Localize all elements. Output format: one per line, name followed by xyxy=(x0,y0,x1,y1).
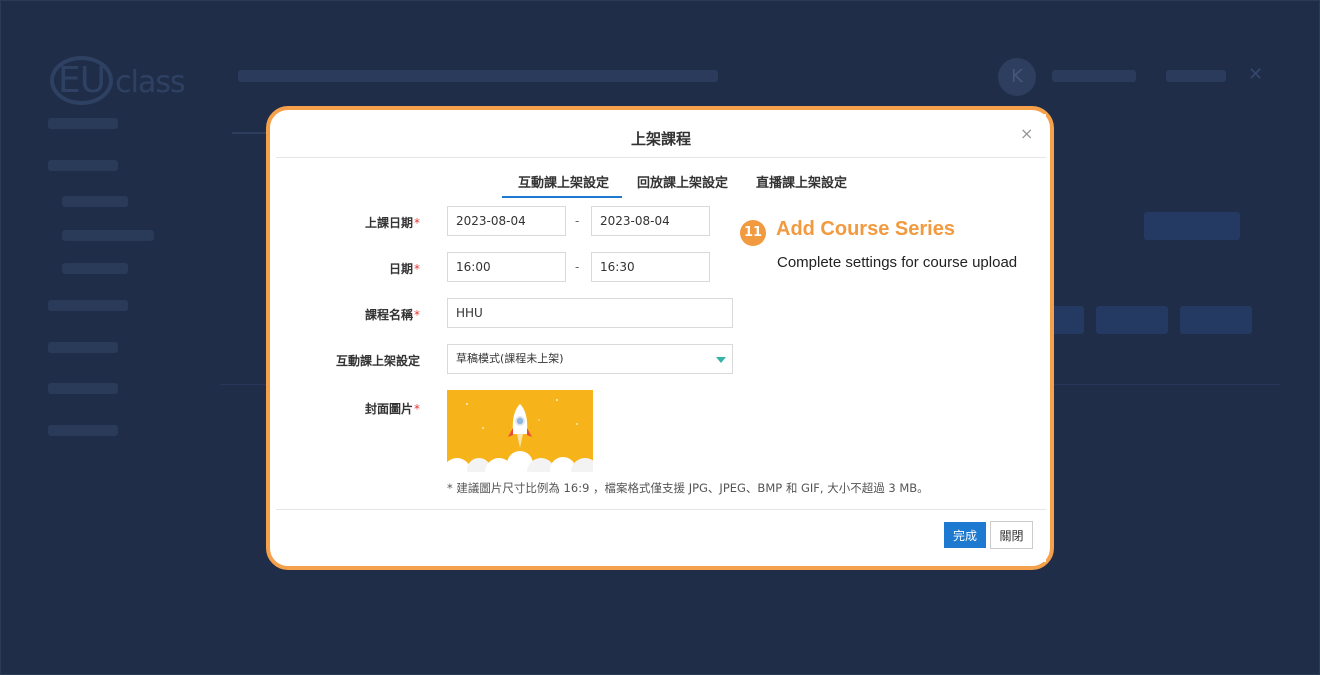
interactive-setting-label: 互動課上架設定 xyxy=(335,354,420,368)
announcement-bar xyxy=(238,70,718,82)
publish-course-modal: 上架課程 × 互動課上架設定 回放課上架設定 直播課上架設定 上課日期* 202… xyxy=(276,114,1046,562)
cover-image-label: 封面圖片* xyxy=(364,402,420,416)
start-time-field[interactable]: 16:00 xyxy=(447,252,566,282)
collapse-icon: ✕ xyxy=(1248,64,1264,85)
rocket-launch-illustration xyxy=(447,390,593,472)
end-time-field[interactable]: 16:30 xyxy=(591,252,710,282)
close-icon[interactable]: × xyxy=(1020,124,1033,143)
sidebar-item xyxy=(48,300,128,311)
caret-down-icon xyxy=(716,357,726,363)
tab-interactive-course[interactable]: 互動課上架設定 xyxy=(518,172,609,191)
course-name-label: 課程名稱* xyxy=(364,308,420,322)
user-name-placeholder xyxy=(1052,70,1136,82)
background-button xyxy=(1180,306,1252,334)
callout-title: Add Course Series xyxy=(776,218,955,240)
sidebar-item xyxy=(62,263,128,274)
euclass-logo: EU class xyxy=(50,56,186,105)
class-date-end-field[interactable]: 2023-08-04 xyxy=(591,206,710,236)
time-label: 日期* xyxy=(388,262,420,276)
header-divider xyxy=(276,157,1046,158)
background-button xyxy=(1096,306,1168,334)
modal-title: 上架課程 xyxy=(630,130,691,148)
step-number-badge: 11 xyxy=(740,220,766,246)
active-tab-indicator xyxy=(502,196,622,198)
date-separator: - xyxy=(575,214,580,228)
class-date-label: 上課日期* xyxy=(364,216,420,230)
sidebar-item xyxy=(48,118,118,129)
time-separator: - xyxy=(575,260,580,274)
done-button[interactable]: 完成 xyxy=(944,522,986,548)
avatar: K xyxy=(998,58,1036,96)
sidebar-item xyxy=(48,342,118,353)
close-button[interactable]: 關閉 xyxy=(990,521,1033,549)
sidebar-item xyxy=(62,230,154,241)
sidebar-item xyxy=(62,196,128,207)
callout-description: Complete settings for course upload xyxy=(777,254,1018,271)
tab-replay-course[interactable]: 回放課上架設定 xyxy=(637,172,728,191)
cover-image[interactable] xyxy=(447,390,593,472)
sidebar-item xyxy=(48,425,118,436)
cover-image-hint: * 建議圖片尺寸比例為 16:9 ，檔案格式僅支援 JPG、JPEG、BMP 和… xyxy=(447,481,929,495)
publish-mode-value: 草稿模式(課程未上架) xyxy=(456,352,564,365)
tab-live-course[interactable]: 直播課上架設定 xyxy=(756,172,847,191)
course-name-input[interactable]: HHU xyxy=(447,298,733,328)
class-date-start-field[interactable]: 2023-08-04 xyxy=(447,206,566,236)
publish-mode-select[interactable]: 草稿模式(課程未上架) xyxy=(447,344,733,374)
language-selector-placeholder xyxy=(1166,70,1226,82)
footer-divider xyxy=(276,509,1046,510)
sidebar-item xyxy=(48,383,118,394)
background-button xyxy=(1144,212,1240,240)
sidebar-item xyxy=(48,160,118,171)
